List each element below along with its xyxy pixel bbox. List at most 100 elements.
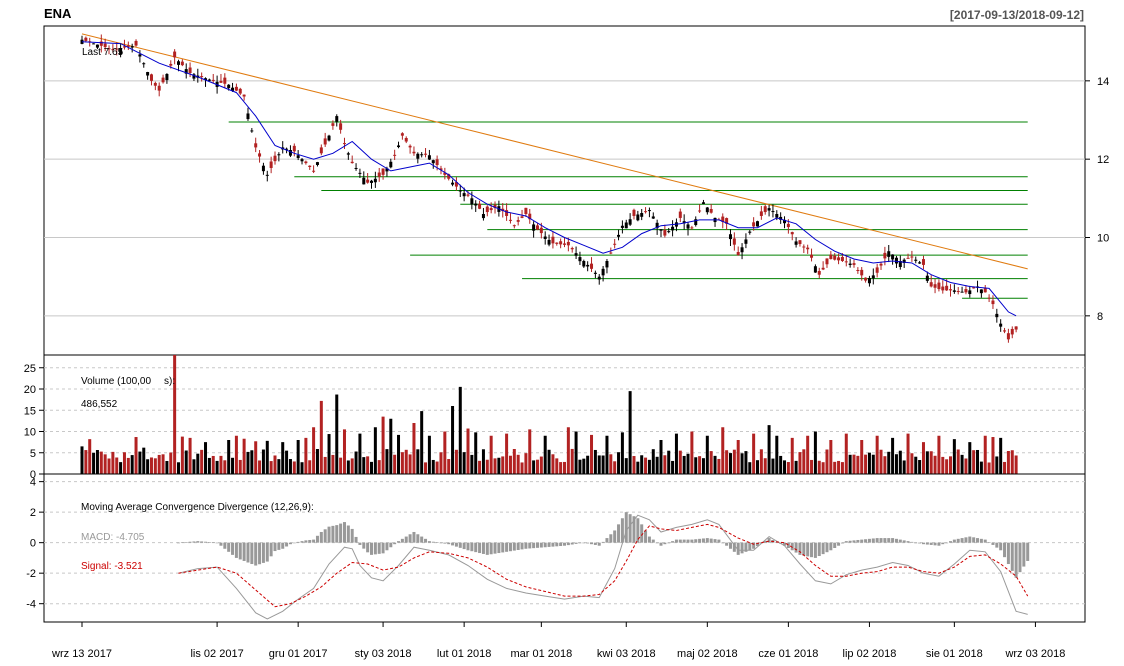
volume-bar <box>563 461 566 474</box>
macd-histogram-bar <box>400 538 404 543</box>
volume-tick-label: 20 <box>24 384 36 396</box>
candle-body <box>918 262 922 264</box>
macd-histogram-bar <box>424 538 428 543</box>
macd-histogram-bar <box>532 542 536 549</box>
macd-histogram-bar <box>767 538 771 543</box>
volume-bar <box>331 454 335 474</box>
macd-tick-label: 0 <box>30 538 36 550</box>
macd-value-label: MACD: -4.705 <box>81 532 145 543</box>
volume-bar <box>501 456 505 474</box>
volume-bar <box>200 449 204 474</box>
candle-body <box>547 239 551 245</box>
candle-body <box>686 224 690 229</box>
macd-histogram-bar <box>296 541 300 543</box>
volume-bar <box>532 460 536 474</box>
volume-bar <box>910 453 914 474</box>
macd-histogram-bar <box>528 542 532 549</box>
macd-histogram-bar <box>269 542 273 557</box>
candle-body <box>574 253 578 256</box>
macd-histogram-bar <box>894 538 898 543</box>
candle-body <box>671 226 675 231</box>
volume-bar <box>539 456 543 474</box>
candle-body <box>431 160 435 164</box>
macd-histogram-bar <box>481 542 485 554</box>
candle-body <box>258 153 262 157</box>
x-tick-label: gru 01 2017 <box>269 648 328 660</box>
macd-histogram-bar <box>1003 542 1007 558</box>
candle-body <box>817 270 821 275</box>
macd-histogram-bar <box>219 542 223 546</box>
volume-bar <box>80 446 84 474</box>
macd-histogram-bar <box>686 539 690 543</box>
candle-body <box>763 206 767 213</box>
volume-bar <box>327 434 331 474</box>
volume-bar <box>933 455 937 474</box>
macd-histogram-bar <box>582 542 586 544</box>
volume-bar <box>400 452 404 474</box>
volume-bar <box>725 450 729 474</box>
volume-bar <box>628 391 632 474</box>
macd-histogram-bar <box>478 542 482 554</box>
candle-body <box>242 94 246 97</box>
volume-bar <box>929 451 933 474</box>
macd-histogram-bar <box>188 541 192 543</box>
last-price-label: Last 7.65 <box>82 47 124 58</box>
volume-bar <box>254 441 258 474</box>
macd-histogram-bar <box>613 530 617 543</box>
candle-body <box>875 267 879 273</box>
macd-histogram-bar <box>223 542 227 549</box>
candle-body <box>157 85 161 91</box>
macd-histogram-bar <box>412 531 416 543</box>
candle-body <box>173 51 177 58</box>
macd-histogram-bar <box>694 539 698 543</box>
candle-body <box>617 234 621 237</box>
candle-body <box>331 123 335 126</box>
macd-histogram-bar <box>999 542 1003 551</box>
volume-bar <box>794 460 798 474</box>
candle-body <box>335 116 339 122</box>
x-tick-label: wrz 03 2018 <box>1004 648 1065 660</box>
candle-body <box>829 254 833 260</box>
price-tick-label: 10 <box>1097 233 1109 245</box>
macd-histogram-bar <box>740 542 744 554</box>
macd-histogram-bar <box>667 542 671 544</box>
volume-bar <box>130 455 134 474</box>
candle-body <box>373 178 377 183</box>
candle-body <box>273 155 277 162</box>
volume-bar <box>617 452 621 474</box>
volume-bar <box>261 449 265 474</box>
candle-body <box>840 256 844 261</box>
macd-histogram-bar <box>227 542 231 552</box>
volume-bar <box>775 435 779 474</box>
volume-bar <box>103 454 107 474</box>
macd-histogram-bar <box>821 542 825 555</box>
volume-bar <box>721 427 725 474</box>
volume-bar <box>474 432 478 474</box>
candle-body <box>748 231 752 233</box>
volume-bar <box>146 459 150 474</box>
macd-histogram-bar <box>925 542 929 545</box>
macd-histogram-bar <box>593 542 597 545</box>
candle-body <box>570 248 574 250</box>
volume-bar <box>424 462 428 474</box>
macd-histogram-bar <box>342 522 346 543</box>
volume-bar <box>578 459 582 474</box>
volume-bar <box>582 458 586 474</box>
x-tick-label: mar 01 2018 <box>510 648 572 660</box>
volume-bar <box>790 437 794 474</box>
macd-histogram-bar <box>698 538 702 543</box>
macd-histogram-bar <box>493 542 497 554</box>
candle-body <box>802 246 806 248</box>
x-tick-label: wrz 13 2017 <box>51 648 112 660</box>
macd-histogram-bar <box>377 542 381 554</box>
candle-body <box>914 259 918 261</box>
volume-bar <box>667 450 671 474</box>
candle-body <box>613 243 617 245</box>
volume-tick-label: 15 <box>24 405 36 417</box>
volume-bar <box>949 456 952 474</box>
volume-bar <box>404 449 408 474</box>
volume-bar <box>632 456 636 474</box>
macd-histogram-bar <box>860 539 864 543</box>
candle-body <box>223 77 227 84</box>
volume-bar <box>744 451 748 474</box>
